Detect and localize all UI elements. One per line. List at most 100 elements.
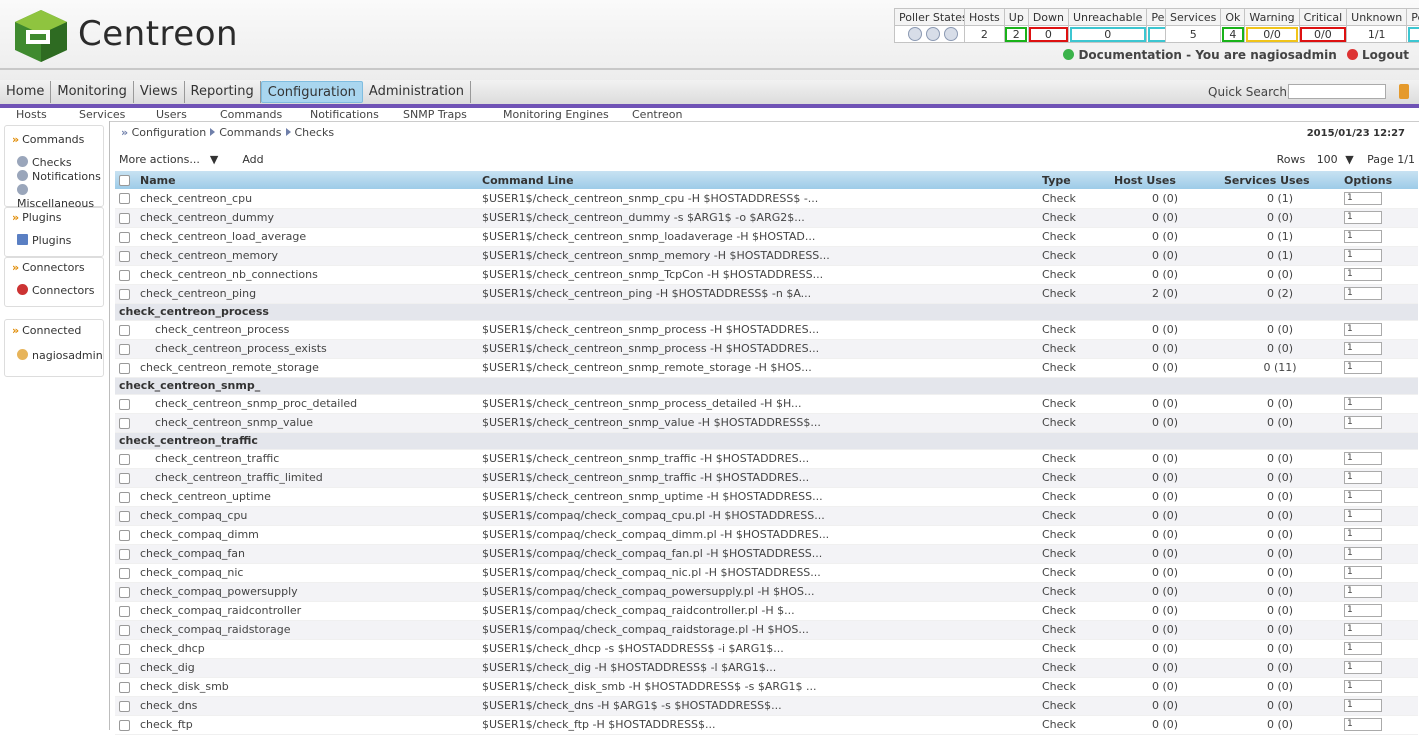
duplicate-count-input[interactable]: 1 <box>1344 623 1382 636</box>
breadcrumb-configuration[interactable]: Configuration <box>132 126 207 139</box>
command-name[interactable]: check_dns <box>136 696 478 716</box>
table-row[interactable]: check_centreon_cpu $USER1$/check_centreon… <box>115 189 1418 209</box>
command-name[interactable]: check_centreon_process <box>136 320 478 340</box>
duplicate-count-input[interactable]: 1 <box>1344 604 1382 617</box>
services-warning-value[interactable]: 0/0 <box>1244 25 1300 43</box>
table-row[interactable]: check_dhcp $USER1$/check_dhcp -s $HOSTADD… <box>115 639 1418 659</box>
duplicate-count-input[interactable]: 1 <box>1344 230 1382 243</box>
table-row[interactable]: check_centreon_ping $USER1$/check_centreo… <box>115 284 1418 304</box>
table-row[interactable]: check_centreon_dummy $USER1$/check_centre… <box>115 208 1418 228</box>
duplicate-count-input[interactable]: 1 <box>1344 528 1382 541</box>
duplicate-count-input[interactable]: 1 <box>1344 323 1382 336</box>
duplicate-count-input[interactable]: 1 <box>1344 452 1382 465</box>
breadcrumb-commands[interactable]: Commands <box>219 126 281 139</box>
table-row[interactable]: check_centreon_remote_storage $USER1$/che… <box>115 358 1418 378</box>
documentation-link[interactable]: Documentation <box>1078 48 1182 62</box>
command-name[interactable]: check_compaq_fan <box>136 544 478 564</box>
row-checkbox[interactable] <box>119 269 130 281</box>
logout-icon[interactable] <box>1346 49 1358 60</box>
duplicate-count-input[interactable]: 1 <box>1344 268 1382 281</box>
subnav-services[interactable]: Services <box>79 108 125 121</box>
command-name[interactable]: check_compaq_nic <box>136 563 478 583</box>
duplicate-count-input[interactable]: 1 <box>1344 397 1382 410</box>
table-row[interactable]: check_compaq_fan $USER1$/compaq/check_com… <box>115 544 1418 564</box>
row-checkbox[interactable] <box>119 719 130 731</box>
hosts-down-value[interactable]: 0 <box>1027 25 1070 43</box>
duplicate-count-input[interactable]: 1 <box>1344 642 1382 655</box>
command-name[interactable]: check_centreon_ping <box>136 284 478 304</box>
table-row[interactable]: check_centreon_process $USER1$/check_cent… <box>115 320 1418 340</box>
command-name[interactable]: check_centreon_nb_connections <box>136 265 478 285</box>
table-row[interactable]: check_centreon_memory $USER1$/check_centr… <box>115 246 1418 266</box>
row-checkbox[interactable] <box>119 398 130 410</box>
dropdown-arrow-icon[interactable]: ▼ <box>210 153 218 166</box>
table-row[interactable]: check_centreon_traffic $USER1$/check_cent… <box>115 449 1418 469</box>
duplicate-count-input[interactable]: 1 <box>1344 361 1382 374</box>
row-checkbox[interactable] <box>119 491 130 503</box>
command-name[interactable]: check_centreon_uptime <box>136 487 478 507</box>
search-go-icon[interactable] <box>1399 84 1409 99</box>
services-critical-value[interactable]: 0/0 <box>1298 25 1348 43</box>
services-pending-value[interactable]: 0 <box>1406 25 1419 43</box>
command-name[interactable]: check_compaq_cpu <box>136 506 478 526</box>
subnav-commands[interactable]: Commands <box>220 108 282 121</box>
command-name[interactable]: check_centreon_process_exists <box>136 339 478 359</box>
sidebar-item-checks[interactable]: Checks <box>17 156 72 169</box>
duplicate-count-input[interactable]: 1 <box>1344 585 1382 598</box>
poller-running-icon[interactable] <box>908 27 923 41</box>
duplicate-count-input[interactable]: 1 <box>1344 416 1382 429</box>
nav-home[interactable]: Home <box>0 81 52 103</box>
hosts-up-value[interactable]: 2 <box>1003 25 1029 43</box>
duplicate-count-input[interactable]: 1 <box>1344 191 1382 205</box>
command-name[interactable]: check_dig <box>136 658 478 678</box>
centreon-logo[interactable]: Centreon <box>12 8 252 64</box>
duplicate-count-input[interactable]: 1 <box>1344 699 1382 712</box>
command-name[interactable]: check_dhcp <box>136 639 478 659</box>
duplicate-count-input[interactable]: 1 <box>1344 287 1382 300</box>
rows-select[interactable]: 100 <box>1317 153 1338 166</box>
row-checkbox[interactable] <box>119 472 130 484</box>
row-checkbox[interactable] <box>119 624 130 636</box>
table-row[interactable]: check_centreon_uptime $USER1$/check_centr… <box>115 487 1418 507</box>
duplicate-count-input[interactable]: 1 <box>1344 342 1382 355</box>
duplicate-count-input[interactable]: 1 <box>1344 490 1382 503</box>
services-ok-value[interactable]: 4 <box>1220 25 1246 43</box>
subnav-hosts[interactable]: Hosts <box>16 108 47 121</box>
row-checkbox[interactable] <box>119 193 130 205</box>
table-row[interactable]: check_disk_smb $USER1$/check_disk_smb -H … <box>115 677 1418 697</box>
row-checkbox[interactable] <box>119 529 130 541</box>
command-name[interactable]: check_compaq_dimm <box>136 525 478 545</box>
services-total-value[interactable]: 5 <box>1164 25 1222 43</box>
row-checkbox[interactable] <box>119 343 130 355</box>
nav-configuration[interactable]: Configuration <box>260 81 363 103</box>
row-checkbox[interactable] <box>119 250 130 262</box>
sidebar-item-plugins[interactable]: Plugins <box>17 234 71 247</box>
command-name[interactable]: check_compaq_raidcontroller <box>136 601 478 621</box>
table-row[interactable]: check_dns $USER1$/check_dns -H $ARG1$ -s … <box>115 696 1418 716</box>
command-name[interactable]: check_centreon_traffic <box>136 449 478 469</box>
row-checkbox[interactable] <box>119 417 130 429</box>
table-row[interactable]: check_centreon_snmp_proc_detailed $USER1$… <box>115 394 1418 414</box>
table-row[interactable]: check_ftp $USER1$/check_ftp -H $HOSTADDRE… <box>115 715 1418 735</box>
table-row[interactable]: check_dig $USER1$/check_dig -H $HOSTADDRE… <box>115 658 1418 678</box>
command-name[interactable]: check_centreon_memory <box>136 246 478 266</box>
duplicate-count-input[interactable]: 1 <box>1344 471 1382 484</box>
table-row[interactable]: check_centreon_load_average $USER1$/check… <box>115 227 1418 247</box>
row-checkbox[interactable] <box>119 548 130 560</box>
command-name[interactable]: check_centreon_dummy <box>136 208 478 228</box>
add-button[interactable]: Add <box>242 153 263 166</box>
row-checkbox[interactable] <box>119 662 130 674</box>
subnav-notifications[interactable]: Notifications <box>310 108 379 121</box>
sidebar-item-notifications[interactable]: Notifications <box>17 170 101 183</box>
logout-link[interactable]: Logout <box>1362 48 1409 62</box>
row-checkbox[interactable] <box>119 567 130 579</box>
command-name[interactable]: check_centreon_traffic_limited <box>136 468 478 488</box>
duplicate-count-input[interactable]: 1 <box>1344 566 1382 579</box>
table-row[interactable]: check_compaq_dimm $USER1$/compaq/check_co… <box>115 525 1418 545</box>
nav-views[interactable]: Views <box>134 81 185 103</box>
row-checkbox[interactable] <box>119 605 130 617</box>
command-name[interactable]: check_disk_smb <box>136 677 478 697</box>
row-checkbox[interactable] <box>119 288 130 300</box>
row-checkbox[interactable] <box>119 212 130 224</box>
row-checkbox[interactable] <box>119 231 130 243</box>
